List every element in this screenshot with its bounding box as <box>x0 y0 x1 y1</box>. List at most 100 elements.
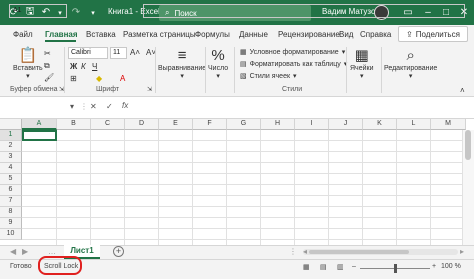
collapse-ribbon-icon[interactable]: ˄ <box>460 86 465 95</box>
cell-styles-button[interactable]: ▧ Стили ячеек ▾ <box>240 72 297 81</box>
column-header[interactable]: K <box>363 119 397 130</box>
font-dialog-launcher-icon[interactable]: ⇲ <box>147 86 152 93</box>
page-layout-view-icon[interactable]: ▤ <box>320 263 327 271</box>
increase-font-icon[interactable]: A˄ <box>130 48 140 57</box>
row-header[interactable]: 1 <box>0 130 22 141</box>
cells-button[interactable]: ▦ Ячейки ▾ <box>350 47 373 80</box>
italic-button[interactable]: К <box>81 62 86 71</box>
row-header[interactable]: 9 <box>0 218 22 229</box>
format-as-table-label: Форматировать как таблицу <box>249 60 341 68</box>
vertical-scroll-thumb[interactable] <box>465 130 471 160</box>
column-header[interactable]: C <box>91 119 125 130</box>
font-color-icon[interactable]: A <box>120 74 125 83</box>
conditional-formatting-icon: ▦ <box>240 49 247 56</box>
column-header[interactable]: I <box>295 119 329 130</box>
cancel-icon[interactable]: ✕ <box>90 102 97 111</box>
scroll-left-icon[interactable]: ◂ <box>303 247 307 256</box>
status-ready: Готово <box>10 263 32 270</box>
row-header[interactable]: 10 <box>0 229 22 240</box>
borders-icon[interactable]: ⊞ <box>70 74 77 83</box>
row-header[interactable]: 6 <box>0 185 22 196</box>
select-all-corner[interactable] <box>0 119 22 130</box>
horizontal-scroll-thumb[interactable] <box>309 250 409 254</box>
redo-icon[interactable]: ↷ <box>70 0 82 25</box>
column-header[interactable]: E <box>159 119 193 130</box>
formula-input[interactable] <box>143 4 465 18</box>
chevron-down-icon: ▾ <box>408 73 413 80</box>
alignment-button[interactable]: ≡ Выравнивание ▾ <box>158 47 206 80</box>
cut-icon[interactable]: ✂ <box>44 49 51 58</box>
grid-line <box>22 195 462 196</box>
column-header[interactable]: J <box>329 119 363 130</box>
chevron-down-icon: ▾ <box>293 73 297 80</box>
name-box[interactable]: A1 <box>9 4 67 18</box>
tab-data[interactable]: Данные <box>239 30 268 39</box>
grid-line <box>22 184 462 185</box>
clipboard-group-label: Буфер обмена <box>10 86 58 93</box>
tab-view[interactable]: Вид <box>339 30 353 39</box>
more-icon: ⋮ <box>80 102 88 111</box>
clipboard-icon: 📋 <box>18 47 38 64</box>
share-label: Поделиться <box>415 29 460 39</box>
conditional-formatting-button[interactable]: ▦ Условное форматирование ▾ <box>240 48 345 57</box>
zoom-in-icon[interactable]: + <box>432 263 436 270</box>
number-format-button[interactable]: % Число ▾ <box>208 47 228 80</box>
scroll-right-icon[interactable]: ▸ <box>460 247 464 256</box>
row-header[interactable]: 5 <box>0 174 22 185</box>
editing-label: Редактирование <box>384 65 438 72</box>
enter-icon[interactable]: ✓ <box>106 102 113 111</box>
column-header[interactable]: H <box>261 119 295 130</box>
column-header[interactable]: M <box>431 119 466 130</box>
tab-page-layout[interactable]: Разметка страницы <box>123 30 196 39</box>
prev-sheet-icon[interactable]: ◀ <box>10 247 16 256</box>
customize-toolbar-icon[interactable]: ▾ <box>88 0 98 25</box>
editing-button[interactable]: ⌕ Редактирование ▾ <box>384 47 437 80</box>
active-cell[interactable] <box>22 130 57 141</box>
search-icon: ⌕ <box>406 47 415 64</box>
row-header[interactable]: 2 <box>0 141 22 152</box>
insert-function-button[interactable]: fx <box>122 101 128 110</box>
column-header[interactable]: L <box>397 119 431 130</box>
share-button[interactable]: ⇪ Поделиться <box>398 26 468 42</box>
format-painter-icon[interactable]: 🖌 <box>44 73 54 82</box>
tab-home[interactable]: Главная <box>45 30 78 39</box>
cell-styles-icon: ▧ <box>240 73 247 80</box>
fill-color-icon[interactable]: ◆ <box>96 74 102 83</box>
divider <box>381 47 382 93</box>
number-label: Число <box>208 65 229 72</box>
underline-button[interactable]: Ч <box>92 62 97 71</box>
font-size-select[interactable]: 11 <box>110 47 127 59</box>
tab-file[interactable]: Файл <box>13 30 33 39</box>
tab-review[interactable]: Рецензирование <box>278 30 340 39</box>
zoom-out-icon[interactable]: – <box>352 263 356 270</box>
row-header[interactable]: 8 <box>0 207 22 218</box>
normal-view-icon[interactable]: ▦ <box>303 263 310 271</box>
next-sheet-icon[interactable]: ▶ <box>22 247 28 256</box>
font-name-select[interactable]: Calibri <box>68 47 108 59</box>
tab-insert[interactable]: Вставка <box>86 30 116 39</box>
row-header[interactable]: 4 <box>0 163 22 174</box>
zoom-slider-thumb[interactable] <box>394 264 397 273</box>
row-header[interactable]: 3 <box>0 152 22 163</box>
column-header[interactable]: A <box>22 119 57 130</box>
worksheet-grid[interactable]: ABCDEFGHIJKLM 1 2 3 4 5 6 7 8 9 10 <box>0 119 474 245</box>
bold-button[interactable]: Ж <box>70 62 77 71</box>
format-as-table-button[interactable]: ▤ Форматировать как таблицу ▾ <box>240 60 347 69</box>
add-sheet-icon[interactable]: + <box>113 246 124 257</box>
column-header[interactable]: F <box>193 119 227 130</box>
split-handle-icon[interactable]: ⋮ <box>289 247 297 256</box>
grid-line <box>22 206 462 207</box>
name-box-dropdown-icon[interactable]: ▾ <box>70 102 74 111</box>
tab-help[interactable]: Справка <box>360 30 391 39</box>
column-header[interactable]: G <box>227 119 261 130</box>
grid-line <box>22 239 462 240</box>
page-break-view-icon[interactable]: ▥ <box>337 263 344 271</box>
zoom-level[interactable]: 100 % <box>441 263 461 270</box>
column-header[interactable]: B <box>57 119 91 130</box>
copy-icon[interactable]: ⧉ <box>44 61 50 71</box>
row-header[interactable]: 7 <box>0 196 22 207</box>
paste-button[interactable]: 📋 Вставить ▾ <box>13 47 43 80</box>
column-header[interactable]: D <box>125 119 159 130</box>
tab-formulas[interactable]: Формулы <box>195 30 230 39</box>
more-sheets-icon[interactable]: … <box>48 247 56 256</box>
